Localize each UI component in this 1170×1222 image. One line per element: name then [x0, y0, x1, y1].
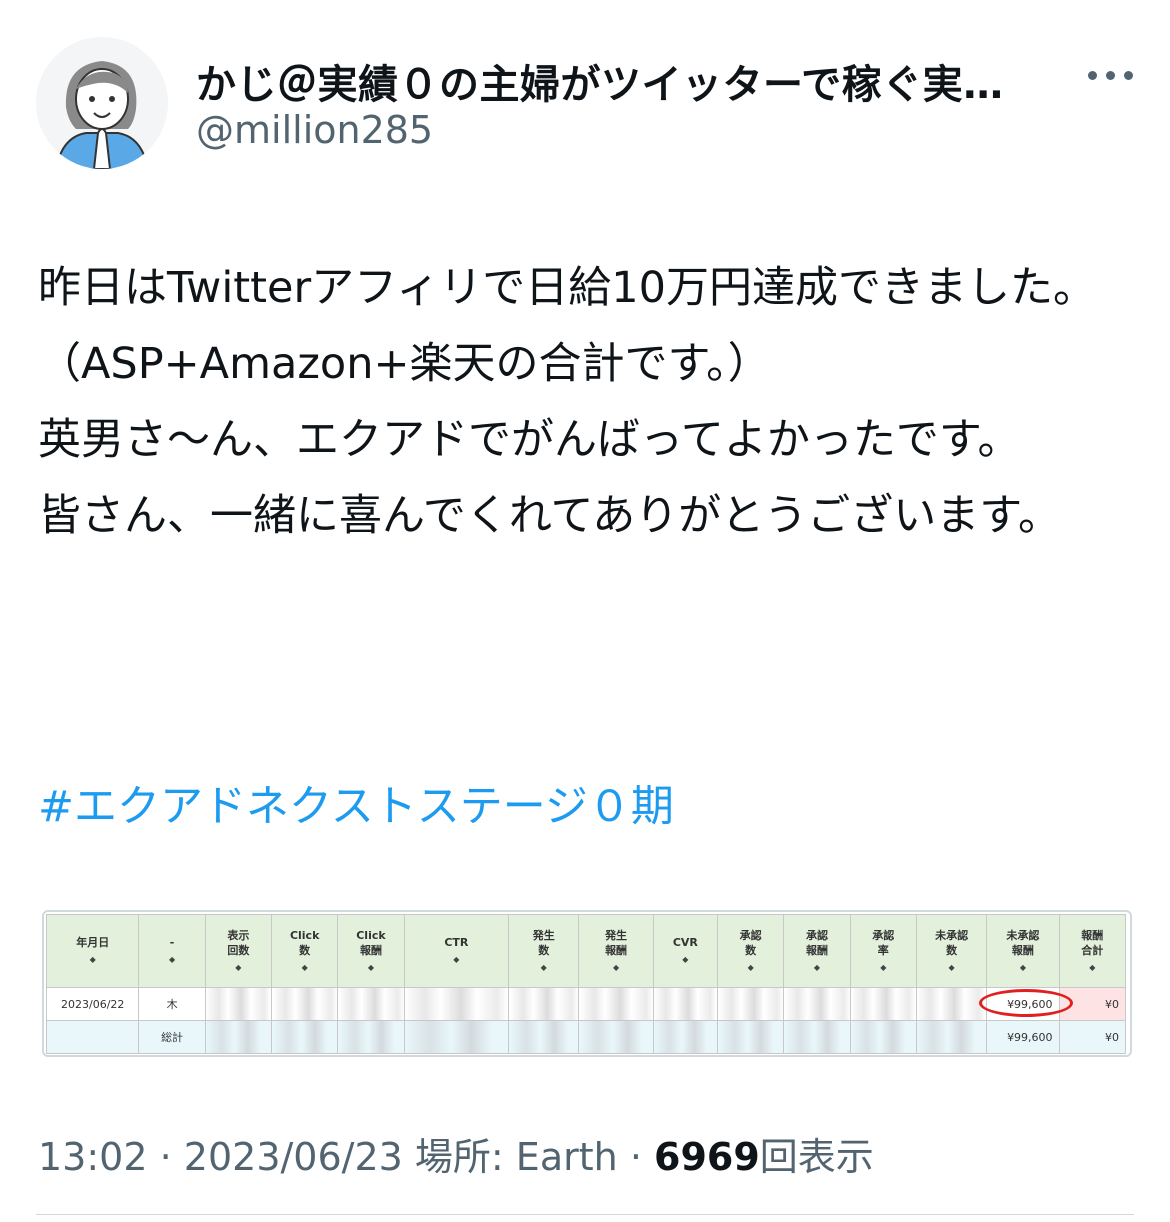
redacted-cell	[578, 1020, 654, 1054]
redacted-cell	[271, 1020, 339, 1054]
column-label: 発生 数	[532, 928, 555, 957]
hashtag-link[interactable]: #エクアドネクストステージ０期	[38, 772, 674, 834]
dot	[1124, 71, 1133, 80]
column-label: Click 数	[289, 928, 320, 957]
column-label: Click 報酬	[356, 928, 386, 957]
summary-unapproved-reward: ¥99,600	[986, 1020, 1060, 1054]
report-column-header[interactable]: - ◆	[138, 914, 206, 988]
redacted-cell	[204, 987, 273, 1021]
column-label: 承認 数	[739, 928, 762, 957]
table-row: 総計 ¥99,600 ¥0	[45, 1020, 1127, 1054]
redacted-cell	[849, 987, 917, 1021]
redacted-cell	[783, 1020, 851, 1054]
sort-icon[interactable]: ◆	[48, 952, 137, 967]
sort-icon[interactable]: ◆	[140, 952, 203, 967]
sort-icon[interactable]: ◆	[785, 960, 848, 975]
dot	[1088, 71, 1097, 80]
redacted-cell	[403, 987, 510, 1021]
report-column-header[interactable]: 承認 数 ◆	[717, 914, 785, 988]
tweet-time[interactable]: 13:02	[38, 1135, 148, 1179]
row-date: 2023/06/22	[45, 987, 140, 1021]
user-handle[interactable]: @million285	[196, 108, 433, 152]
sort-icon[interactable]: ◆	[655, 952, 716, 967]
redacted-cell	[578, 987, 654, 1021]
report-column-header[interactable]: Click 報酬 ◆	[337, 914, 405, 988]
report-column-header[interactable]: 発生 数 ◆	[508, 914, 580, 988]
summary-label: 総計	[138, 1020, 206, 1054]
divider	[36, 1214, 1134, 1215]
report-column-header[interactable]: 承認 報酬 ◆	[783, 914, 851, 988]
view-count-label: 回表示	[759, 1135, 874, 1179]
report-column-header[interactable]: 年月日 ◆	[45, 914, 140, 988]
redacted-cell	[271, 987, 339, 1021]
redacted-cell	[337, 1020, 405, 1054]
sort-icon[interactable]: ◆	[510, 960, 577, 975]
redacted-cell	[783, 987, 851, 1021]
redacted-cell	[204, 1020, 273, 1054]
report-column-header[interactable]: 未承認 数 ◆	[915, 914, 988, 988]
redacted-cell	[915, 987, 988, 1021]
column-label: 承認 率	[872, 928, 895, 957]
sort-icon[interactable]: ◆	[207, 960, 270, 975]
avatar-illustration	[36, 37, 168, 169]
separator: ·	[629, 1135, 642, 1179]
display-name[interactable]: かじ＠実績０の主婦がツイッターで稼ぐ実…	[196, 52, 1004, 110]
redacted-cell	[508, 1020, 580, 1054]
sort-icon[interactable]: ◆	[1061, 960, 1124, 975]
unapproved-reward-cell: ¥99,600	[979, 987, 1074, 1021]
report-column-header[interactable]: CVR ◆	[652, 914, 719, 988]
sort-icon[interactable]: ◆	[406, 952, 507, 967]
more-options-icon[interactable]	[1082, 56, 1138, 96]
tweet-metadata: 13:02 · 2023/06/23 場所: Earth · 6969回表示	[38, 1126, 874, 1181]
redacted-cell	[403, 1020, 510, 1054]
redacted-cell	[717, 1020, 785, 1054]
column-label: 表示 回数	[227, 928, 250, 957]
column-label: 年月日	[76, 936, 110, 949]
redacted-cell	[508, 987, 580, 1021]
tweet-location: 場所: Earth	[414, 1135, 618, 1179]
redacted-cell	[915, 1020, 988, 1054]
report-column-header[interactable]: 未承認 報酬 ◆	[986, 914, 1060, 988]
separator: ·	[159, 1135, 172, 1179]
row-day: 木	[138, 987, 206, 1021]
highlight-circle	[979, 989, 1074, 1017]
column-label: 報酬 合計	[1081, 928, 1104, 957]
tweet-image[interactable]: 年月日 ◆ - ◆ 表示 回数 ◆ Click 数 ◆ Click 報酬 ◆ CTR ◆ 発生 数 ◆ 発生…	[42, 910, 1132, 1057]
tweet-text: 昨日はTwitterアフィリで日給10万円達成できました。 （ASP+Amazo…	[38, 263, 1096, 541]
sort-icon[interactable]: ◆	[339, 960, 402, 975]
summary-total-reward: ¥0	[1058, 1020, 1127, 1054]
sort-icon[interactable]: ◆	[719, 960, 782, 975]
tweet-date[interactable]: 2023/06/23	[184, 1135, 403, 1179]
sort-icon[interactable]: ◆	[580, 960, 651, 975]
table-row: 2023/06/22 木 ¥99,600 ¥0	[45, 987, 1127, 1021]
avatar[interactable]	[36, 37, 168, 169]
sort-icon[interactable]: ◆	[273, 960, 336, 975]
report-column-header[interactable]: 報酬 合計 ◆	[1058, 914, 1127, 988]
column-label: -	[169, 936, 175, 949]
redacted-cell	[652, 987, 719, 1021]
view-count: 6969	[654, 1135, 760, 1179]
redacted-cell	[652, 1020, 719, 1054]
report-column-header[interactable]: Click 数 ◆	[271, 914, 339, 988]
redacted-cell	[849, 1020, 917, 1054]
report-column-header[interactable]: 表示 回数 ◆	[204, 914, 273, 988]
summary-empty	[45, 1020, 140, 1054]
sort-icon[interactable]: ◆	[988, 960, 1057, 975]
report-table: 年月日 ◆ - ◆ 表示 回数 ◆ Click 数 ◆ Click 報酬 ◆ CTR ◆ 発生 数 ◆ 発生…	[45, 914, 1127, 1054]
redacted-cell	[717, 987, 785, 1021]
report-column-header[interactable]: CTR ◆	[403, 914, 510, 988]
report-column-header[interactable]: 発生 報酬 ◆	[578, 914, 654, 988]
column-label: 発生 報酬	[605, 928, 628, 957]
dot	[1106, 71, 1115, 80]
column-label: 承認 報酬	[805, 928, 828, 957]
sort-icon[interactable]: ◆	[852, 960, 915, 975]
column-label: 未承認 数	[935, 928, 969, 957]
column-label: CVR	[672, 936, 698, 949]
column-label: 未承認 報酬	[1006, 928, 1040, 957]
redacted-cell	[337, 987, 405, 1021]
sort-icon[interactable]: ◆	[918, 960, 985, 975]
report-column-header[interactable]: 承認 率 ◆	[849, 914, 917, 988]
report-header-row: 年月日 ◆ - ◆ 表示 回数 ◆ Click 数 ◆ Click 報酬 ◆ CTR ◆ 発生 数 ◆ 発生…	[45, 914, 1127, 988]
column-label: CTR	[444, 936, 469, 949]
